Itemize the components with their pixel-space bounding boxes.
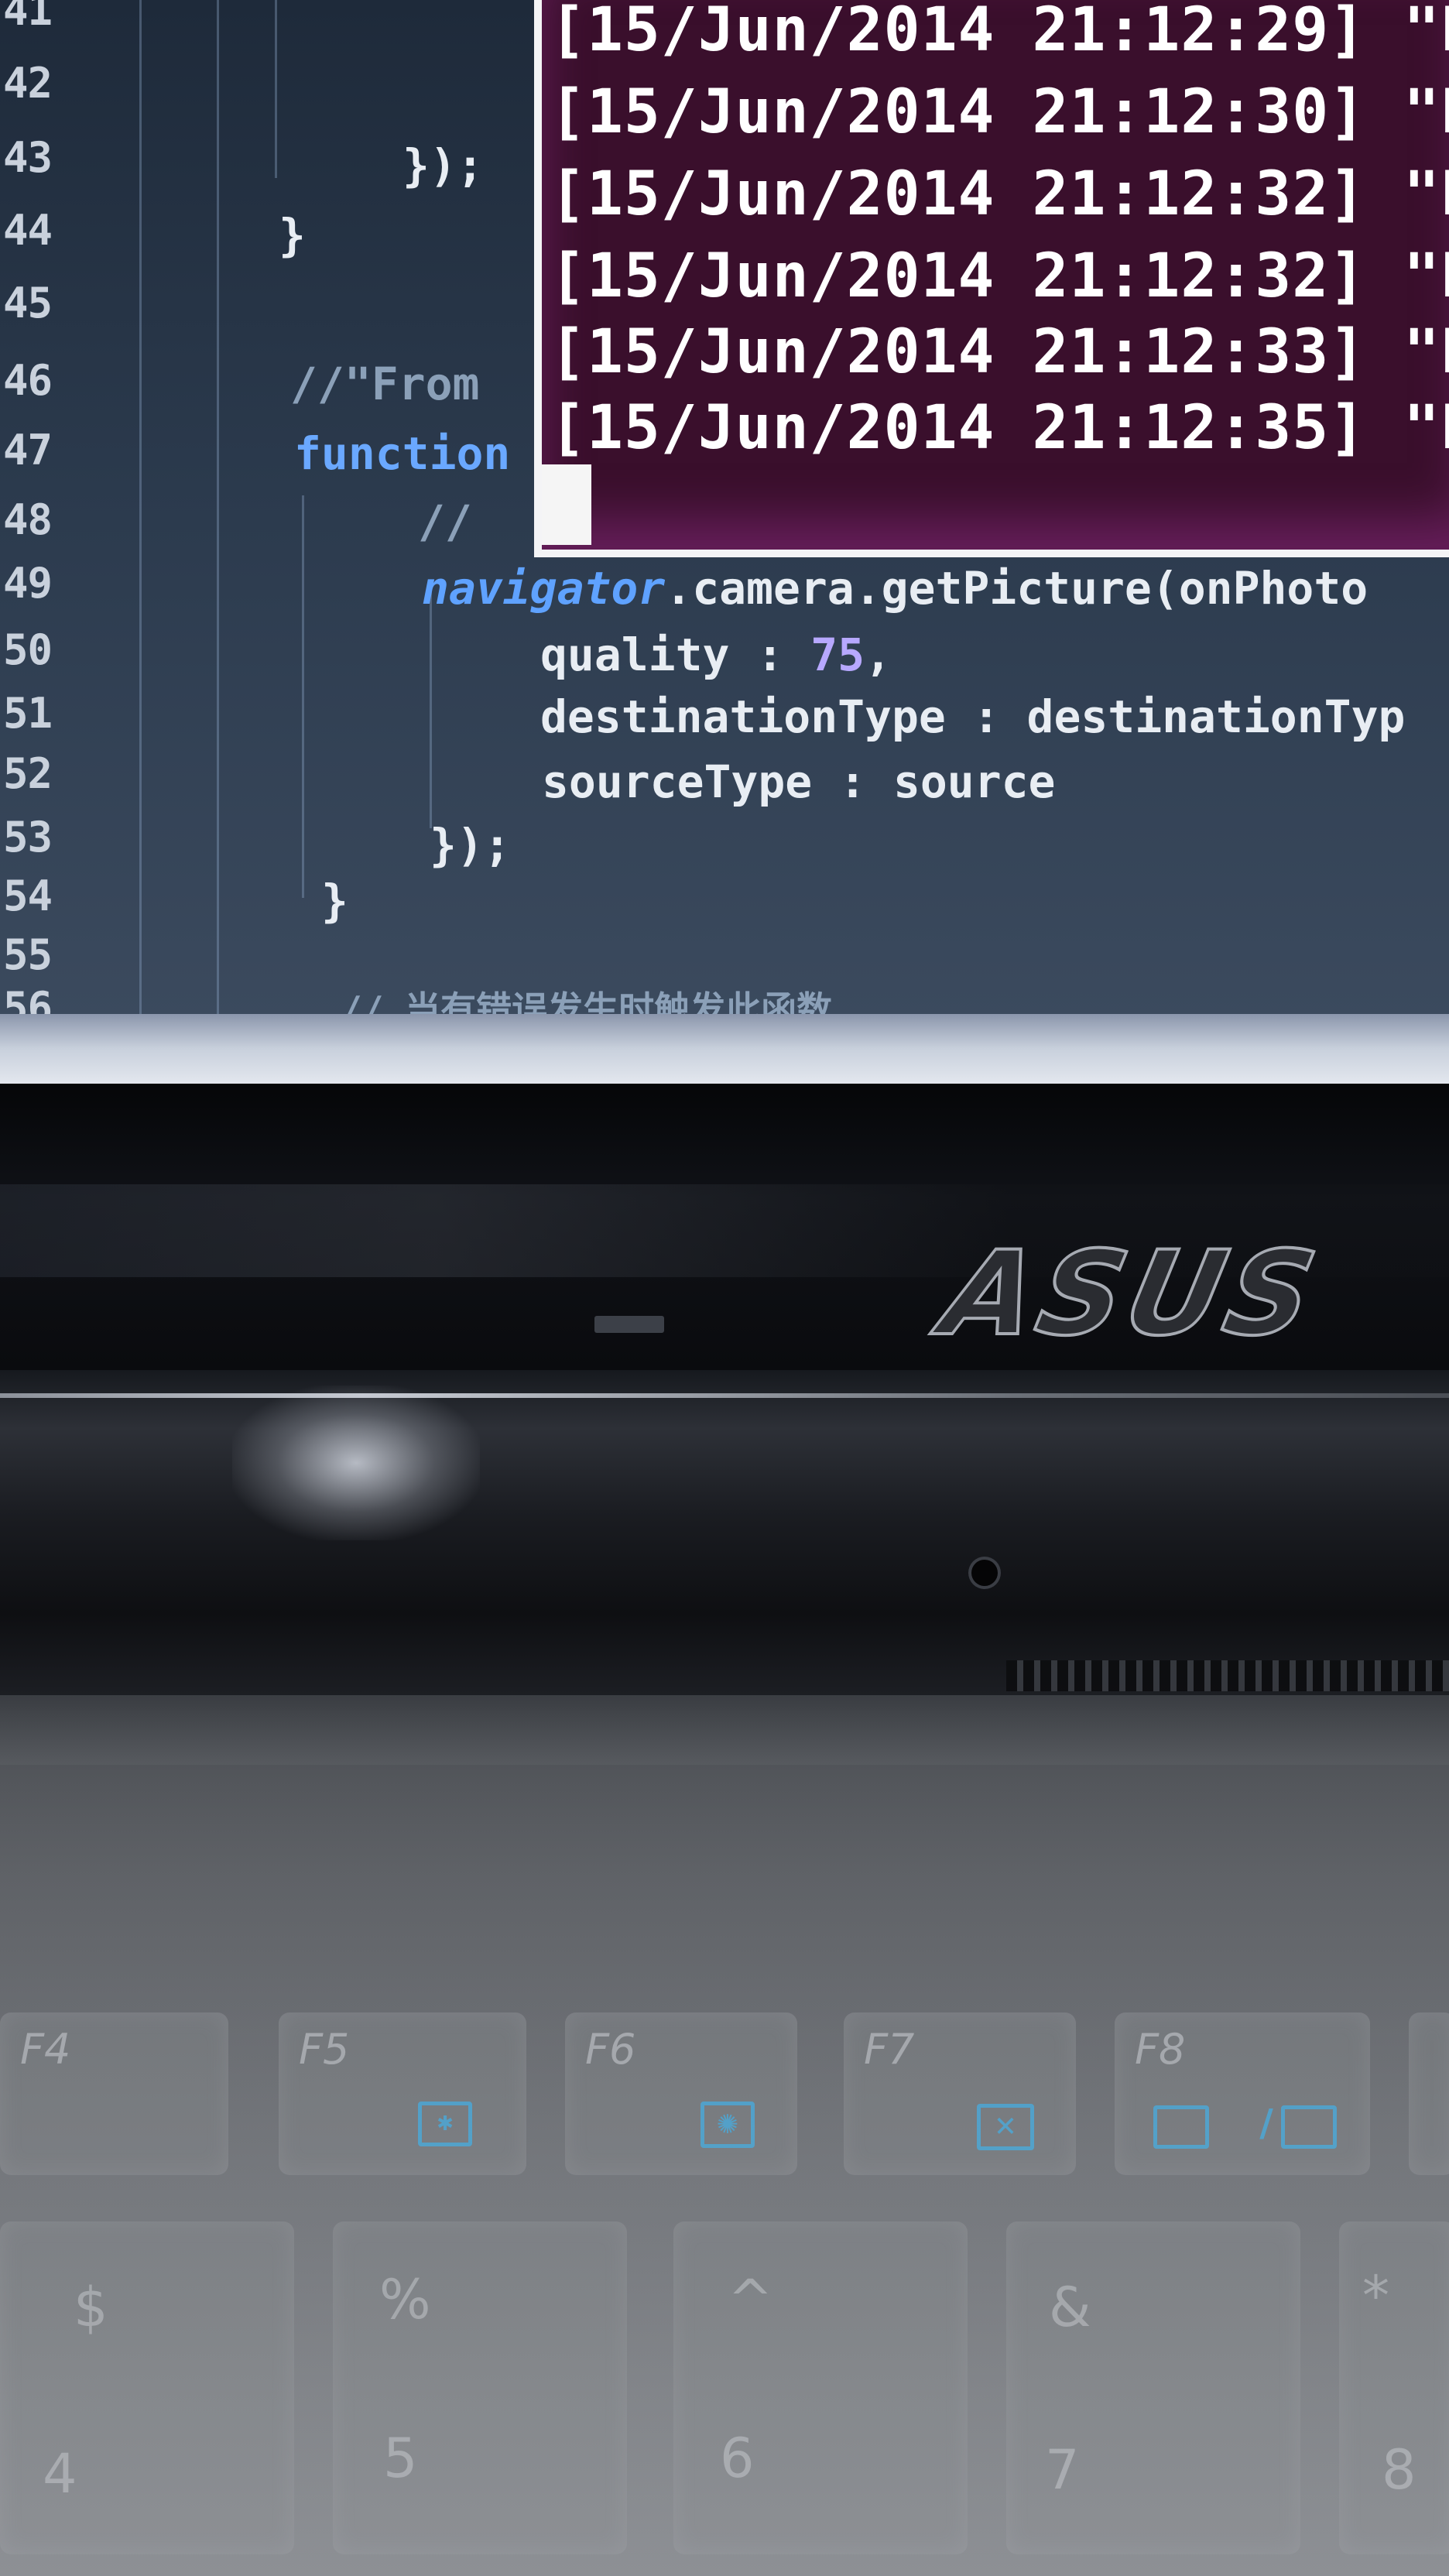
code-line-48: //: [418, 495, 499, 548]
line-number: 55: [3, 930, 53, 979]
line-number: 52: [3, 749, 53, 798]
code-token-quality: quality :: [540, 629, 811, 681]
code-line-50: quality : 75,: [540, 629, 892, 681]
line-number: 51: [3, 689, 53, 738]
screen-bottom-edge: [0, 1014, 1449, 1084]
line-number: 42: [3, 59, 53, 108]
code-line-51: destinationType : destinationTyp: [540, 690, 1406, 743]
code-line-54: }: [321, 875, 348, 927]
log-line: [15/Jun/2014 21:12:32] "PO: [550, 242, 1449, 311]
indent-guide: [302, 495, 304, 898]
code-token-getpicture: .camera.getPicture(onPhoto: [665, 562, 1368, 615]
terminal-window[interactable]: [15/Jun/2014 21:12:29] "P [15/Jun/2014 2…: [534, 0, 1449, 557]
line-number: 41: [3, 0, 53, 35]
log-line: [15/Jun/2014 21:12:30] "P: [550, 77, 1449, 147]
code-line-47: function: [294, 427, 511, 480]
terminal-cursor: [542, 464, 591, 545]
indent-guide: [217, 0, 219, 1014]
line-number: 44: [3, 206, 53, 255]
log-line: [15/Jun/2014 21:12:33] "PO: [550, 317, 1449, 387]
hinge-edge-highlight: [0, 1393, 1449, 1398]
editor-gutter: 41 42 43 44 45 46 47 48 49 50 51 52 53 5…: [0, 0, 116, 1032]
line-number: 53: [3, 813, 53, 862]
log-line: [15/Jun/2014 21:12:35] "PO: [550, 393, 1449, 463]
line-number: 43: [3, 133, 53, 182]
screen-bezel: ASUS: [0, 1084, 1449, 1370]
code-line-53: });: [430, 819, 511, 872]
indent-guide: [139, 0, 142, 1014]
speaker-vent: [1006, 1660, 1449, 1691]
code-line-49: navigator.camera.getPicture(onPhoto: [422, 562, 1368, 615]
code-token-75: 75: [810, 629, 865, 681]
keyboard-deck: F4 F5 ✱ F6 ✺ F7 ✕ F8 / $ 4 % 5 ^ 6 & 7 *…: [0, 1695, 1449, 2576]
line-number: 49: [3, 559, 53, 608]
log-line: [15/Jun/2014 21:12:29] "P: [550, 0, 1449, 65]
line-number: 45: [3, 279, 53, 327]
line-number: 50: [3, 625, 53, 674]
terminal-content: [15/Jun/2014 21:12:29] "P [15/Jun/2014 2…: [542, 0, 1449, 550]
photo-blur-overlay: [0, 1695, 1449, 2576]
brand-logo: ASUS: [930, 1225, 1332, 1363]
code-line-52: sourceType : source: [542, 755, 1056, 808]
code-line-43: });: [402, 139, 484, 192]
indent-guide: [430, 588, 432, 828]
indicator-light: [594, 1316, 664, 1333]
line-number: 46: [3, 356, 53, 405]
line-number: 54: [3, 872, 53, 920]
hinge-glare: [232, 1386, 480, 1540]
hinge-screw-hole: [971, 1560, 998, 1586]
code-token-navigator: navigator: [422, 562, 666, 615]
line-number: 48: [3, 495, 53, 544]
log-line: [15/Jun/2014 21:12:32] "P: [550, 159, 1449, 229]
code-token-comma: ,: [865, 629, 892, 681]
laptop-screen: 41 42 43 44 45 46 47 48 49 50 51 52 53 5…: [0, 0, 1449, 1084]
laptop-hinge: [0, 1370, 1449, 1695]
code-line-44: }: [279, 209, 306, 262]
code-line-46: //"From: [290, 358, 480, 410]
line-number: 47: [3, 426, 53, 474]
indent-guide: [275, 0, 277, 178]
